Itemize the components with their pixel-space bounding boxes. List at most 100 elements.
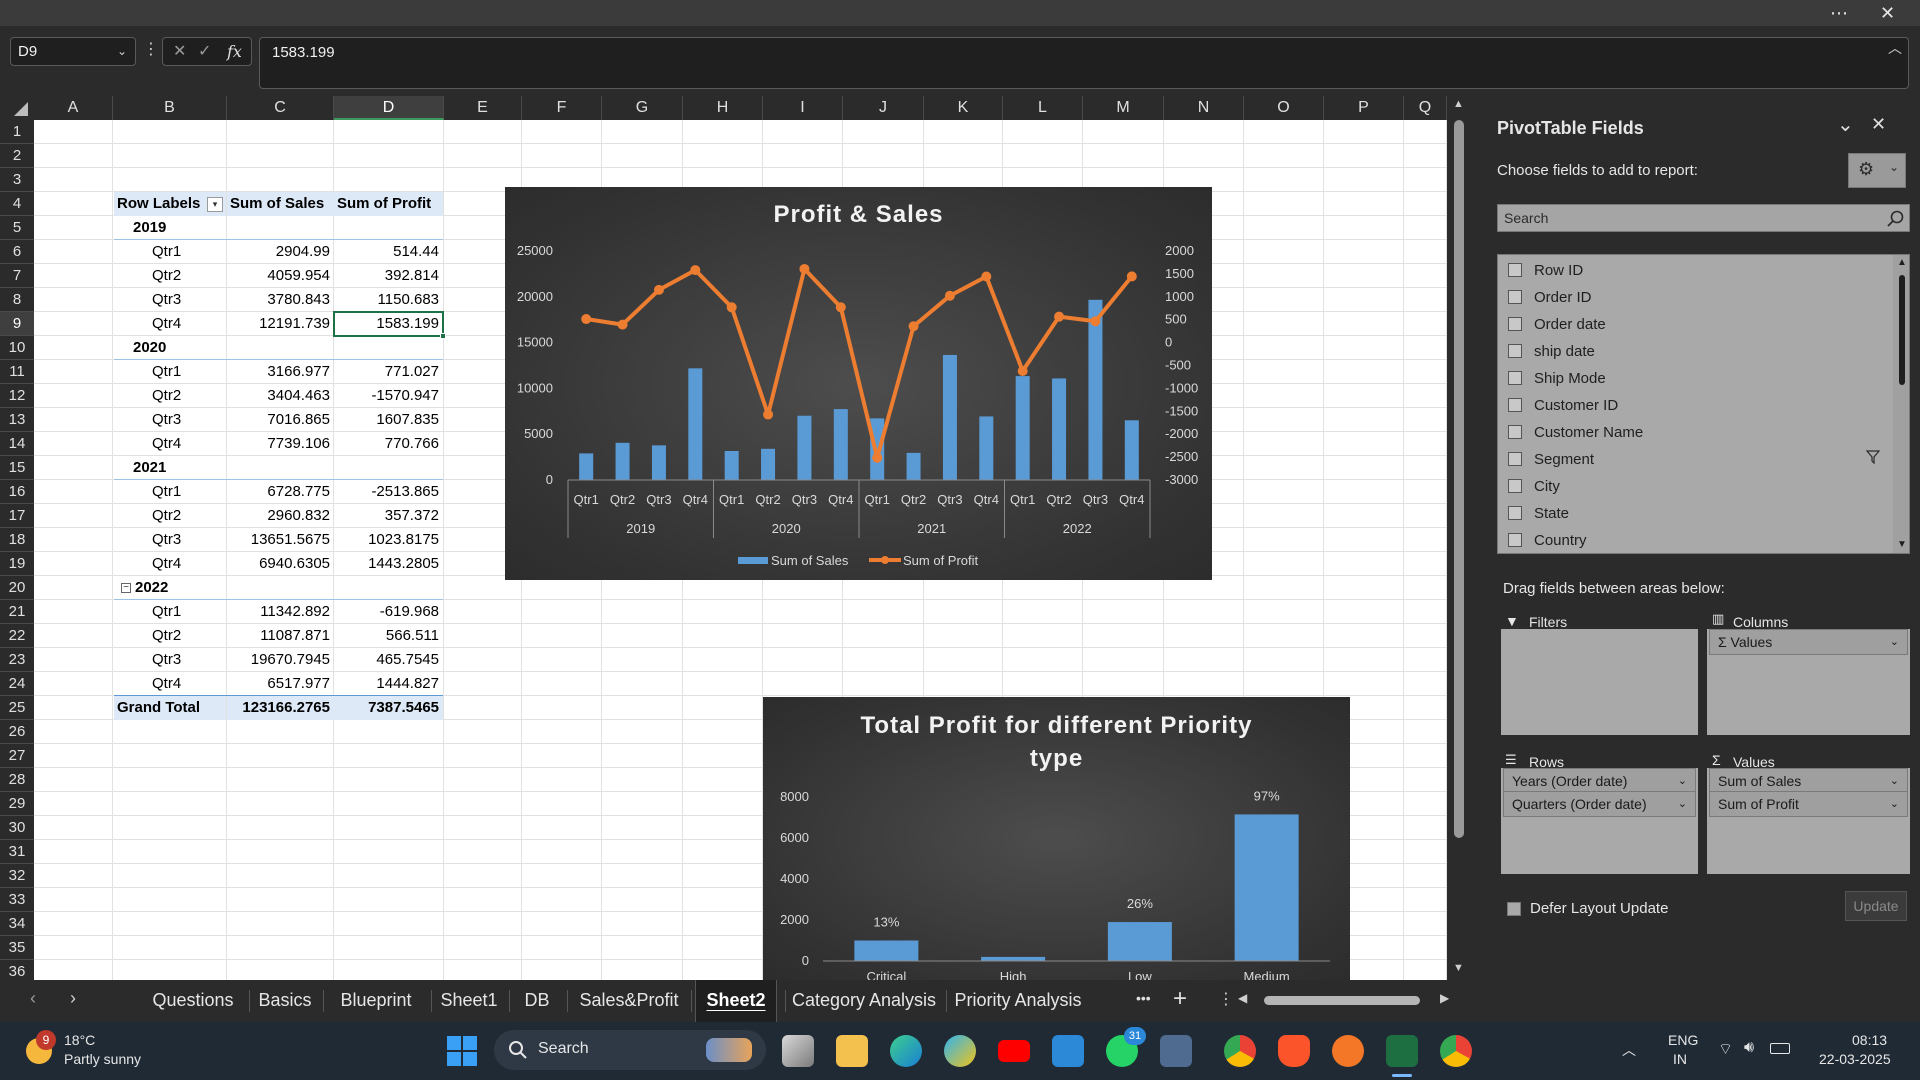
field-label-state[interactable]: State: [1534, 503, 1569, 525]
vertical-scrollbar[interactable]: ▲ ▼: [1447, 96, 1471, 980]
field-checkbox[interactable]: [1508, 398, 1522, 412]
name-box[interactable]: D9 ⌄: [10, 37, 136, 66]
sum-of-sales-header[interactable]: Sum of Sales: [227, 192, 334, 216]
row-header-26[interactable]: 26: [0, 720, 34, 744]
quarter-label[interactable]: Qtr2: [114, 384, 226, 408]
field-label-city[interactable]: City: [1534, 476, 1560, 498]
sheet-tab-category-analysis[interactable]: Category Analysis: [789, 980, 939, 1022]
filters-area[interactable]: [1501, 629, 1698, 735]
column-header-a[interactable]: A: [34, 96, 113, 120]
profit-value[interactable]: 392.814: [334, 264, 443, 288]
quarter-label[interactable]: Qtr1: [114, 600, 226, 624]
field-label-ship-mode[interactable]: Ship Mode: [1534, 368, 1606, 390]
fill-handle[interactable]: [440, 333, 446, 339]
row-header-33[interactable]: 33: [0, 888, 34, 912]
profit-value[interactable]: -619.968: [334, 600, 443, 624]
row-header-29[interactable]: 29: [0, 792, 34, 816]
edge-icon[interactable]: [890, 1035, 922, 1067]
field-label-customer-id[interactable]: Customer ID: [1534, 395, 1618, 417]
columns-area[interactable]: Σ Values ⌄: [1707, 629, 1910, 735]
column-header-i[interactable]: I: [763, 96, 843, 120]
more-options-icon[interactable]: ⋮: [143, 39, 159, 59]
scroll-down-icon[interactable]: ▼: [1453, 962, 1464, 974]
field-checkbox[interactable]: [1508, 425, 1522, 439]
field-checkbox[interactable]: [1508, 344, 1522, 358]
jupyter-icon[interactable]: [1332, 1035, 1364, 1067]
quarter-label[interactable]: Qtr3: [114, 528, 226, 552]
sheet-tab-basics[interactable]: Basics: [253, 980, 317, 1022]
row-header-15[interactable]: 15: [0, 456, 34, 480]
quarter-label[interactable]: Qtr3: [114, 288, 226, 312]
prev-sheet-icon[interactable]: ‹: [30, 988, 36, 1009]
row-header-1[interactable]: 1: [0, 120, 34, 144]
sheet-tab-questions[interactable]: Questions: [146, 980, 240, 1022]
scroll-thumb[interactable]: [1454, 120, 1464, 838]
field-checkbox[interactable]: [1508, 506, 1522, 520]
clock-time[interactable]: 08:13: [1852, 1032, 1887, 1048]
row-header-4[interactable]: 4: [0, 192, 34, 216]
scroll-up-icon[interactable]: ▲: [1453, 98, 1464, 110]
field-label-row-id[interactable]: Row ID: [1534, 260, 1583, 282]
profit-value[interactable]: 1443.2805: [334, 552, 443, 576]
copilot-icon[interactable]: [944, 1035, 976, 1067]
hscroll-thumb[interactable]: [1264, 996, 1420, 1005]
row-header-3[interactable]: 3: [0, 168, 34, 192]
column-header-f[interactable]: F: [522, 96, 602, 120]
sales-value[interactable]: 3404.463: [227, 384, 334, 408]
column-header-h[interactable]: H: [683, 96, 763, 120]
row-header-17[interactable]: 17: [0, 504, 34, 528]
youtube-icon[interactable]: [998, 1040, 1030, 1062]
worksheet-grid[interactable]: ABCDEFGHIJKLMNOPQ 1 2 3 4 5 6 7 8 9 10 11 12 13 14 15 1…: [0, 96, 1447, 980]
column-header-l[interactable]: L: [1003, 96, 1083, 120]
excel-icon[interactable]: [1386, 1035, 1418, 1067]
quarter-label[interactable]: Qtr1: [114, 360, 226, 384]
defer-checkbox[interactable]: [1507, 902, 1521, 916]
year-label[interactable]: 2020: [114, 336, 226, 360]
profit-value[interactable]: 1607.835: [334, 408, 443, 432]
column-header-g[interactable]: G: [602, 96, 683, 120]
row-header-12[interactable]: 12: [0, 384, 34, 408]
row-header-25[interactable]: 25: [0, 696, 34, 720]
close-pane-icon[interactable]: ✕: [1871, 114, 1886, 135]
values-item-profit[interactable]: Sum of Profit ⌄: [1709, 791, 1908, 817]
quarter-label[interactable]: Qtr4: [114, 432, 226, 456]
pane-options-icon[interactable]: ⌄: [1837, 112, 1854, 137]
column-header-c[interactable]: C: [227, 96, 334, 120]
grand-total-label[interactable]: Grand Total: [114, 696, 226, 720]
profit-value[interactable]: 465.7545: [334, 648, 443, 672]
taskbar-search[interactable]: Search: [494, 1030, 766, 1070]
values-area[interactable]: Sum of Sales ⌄ Sum of Profit ⌄: [1707, 768, 1910, 874]
rows-item-quarters[interactable]: Quarters (Order date) ⌄: [1503, 791, 1696, 817]
collapse-icon[interactable]: −: [121, 583, 131, 593]
sheet-tab-priority-analysis[interactable]: Priority Analysis: [950, 980, 1086, 1022]
enter-icon[interactable]: ✓: [198, 38, 211, 65]
column-header-d[interactable]: D: [334, 96, 444, 120]
cancel-icon[interactable]: ✕: [173, 38, 186, 65]
column-header-b[interactable]: B: [113, 96, 227, 120]
row-header-28[interactable]: 28: [0, 768, 34, 792]
sales-value[interactable]: 2960.832: [227, 504, 334, 528]
close-icon[interactable]: ✕: [1880, 0, 1895, 26]
row-header-35[interactable]: 35: [0, 936, 34, 960]
grand-total-sales[interactable]: 123166.2765: [227, 696, 334, 720]
row-header-9[interactable]: 9: [0, 312, 34, 336]
scroll-left-icon[interactable]: ◀: [1238, 991, 1247, 1005]
windows-start-icon[interactable]: [446, 1035, 478, 1067]
row-header-10[interactable]: 10: [0, 336, 34, 360]
row-header-27[interactable]: 27: [0, 744, 34, 768]
profit-value[interactable]: 566.511: [334, 624, 443, 648]
row-header-11[interactable]: 11: [0, 360, 34, 384]
row-header-34[interactable]: 34: [0, 912, 34, 936]
field-label-country[interactable]: Country: [1534, 530, 1587, 552]
insert-function-icon[interactable]: fx: [227, 38, 242, 65]
field-list-scrollbar[interactable]: ▲ ▼: [1893, 255, 1909, 553]
profit-value[interactable]: 1023.8175: [334, 528, 443, 552]
quarter-label[interactable]: Qtr4: [114, 672, 226, 696]
profit-value[interactable]: -1570.947: [334, 384, 443, 408]
wifi-icon[interactable]: ⌔: [1718, 1039, 1733, 1059]
field-label-customer-name[interactable]: Customer Name: [1534, 422, 1643, 444]
field-label-order-date[interactable]: Order date: [1534, 314, 1606, 336]
row-header-30[interactable]: 30: [0, 816, 34, 840]
row-header-32[interactable]: 32: [0, 864, 34, 888]
row-header-8[interactable]: 8: [0, 288, 34, 312]
